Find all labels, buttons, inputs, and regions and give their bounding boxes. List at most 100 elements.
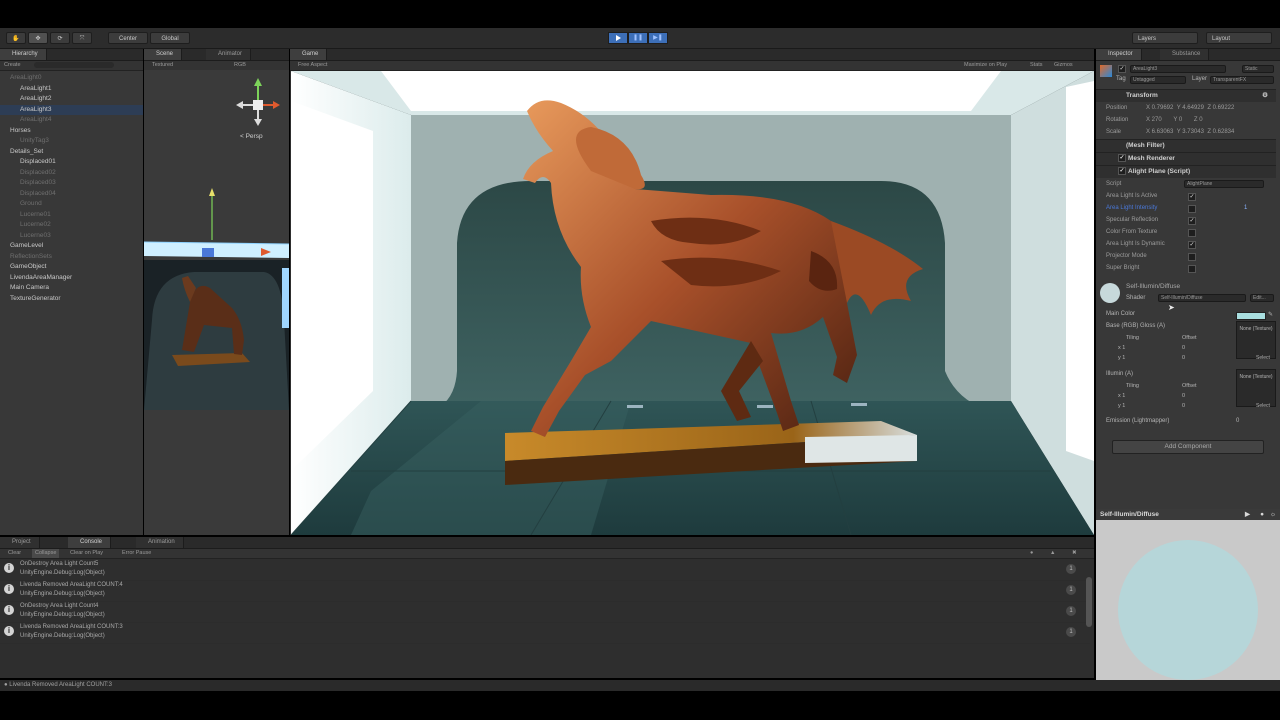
hierarchy-item[interactable]: Details_Set [0,147,143,158]
hierarchy-item[interactable]: ReflectionSets [0,252,143,263]
script-property-checkbox[interactable]: ✓ [1188,193,1196,201]
gizmos-dropdown[interactable]: Gizmos [1054,61,1073,70]
rotation-y[interactable]: 0 [1179,117,1182,123]
script-property-checkbox[interactable] [1188,229,1196,237]
maximize-on-play-toggle[interactable]: Maximize on Play [964,61,1007,70]
hierarchy-item[interactable]: Lucerne03 [0,231,143,242]
illumin-texture-select[interactable]: Select [1256,403,1270,409]
gear-icon[interactable]: ⚙ [1262,90,1268,102]
preview-play-icon[interactable]: ▶ [1245,509,1250,520]
game-view[interactable] [291,71,1094,535]
preview-light-icon[interactable]: ☼ [1270,509,1276,520]
hierarchy-item[interactable]: AreaLight3 [0,104,143,115]
intensity-value[interactable]: 1 [1244,202,1247,214]
space-toggle[interactable]: Global [150,32,190,44]
hierarchy-item[interactable]: Main Camera [0,283,143,294]
script-property-checkbox[interactable]: ✓ [1188,241,1196,249]
position-values[interactable]: X 0.79692 Y 4.64929 Z 0.69222 [1146,102,1234,114]
error-pause-toggle[interactable]: Error Pause [122,549,151,558]
console-scrollbar[interactable] [1086,577,1092,627]
hierarchy-item[interactable]: AreaLight2 [0,94,143,105]
layer-dropdown[interactable]: TransparentFX [1210,76,1274,84]
pause-button[interactable]: ❚❚ [628,32,648,44]
object-active-toggle[interactable]: ✓ [1118,65,1128,73]
script-property-checkbox[interactable]: ✓ [1188,217,1196,225]
object-name-field[interactable]: AreaLight3 [1130,65,1226,73]
emission-value[interactable]: 0 [1236,418,1239,424]
move-tool-button[interactable]: ✥ [28,32,48,44]
preview-sphere-icon[interactable]: ● [1260,509,1264,520]
tab-hierarchy[interactable]: Hierarchy [0,49,47,60]
preview-view[interactable] [1096,520,1280,691]
position-z[interactable]: 0.69222 [1213,105,1235,111]
mesh-filter-header[interactable]: (Mesh Filter) [1096,139,1276,152]
script-field[interactable]: AlightPlane [1184,180,1264,188]
base-offset-y[interactable]: 0 [1182,355,1185,361]
layers-dropdown[interactable]: Layers [1132,32,1198,44]
clear-on-play-toggle[interactable]: Clear on Play [70,549,103,558]
tab-animation[interactable]: Animation [136,537,184,548]
position-x[interactable]: 0.79692 [1152,105,1174,111]
illumin-texture-slot[interactable]: None (Texture) [1236,369,1276,407]
hierarchy-search[interactable] [34,61,115,68]
mesh-renderer-header[interactable]: ✓ Mesh Renderer [1096,152,1276,165]
scale-y[interactable]: 3.73043 [1182,129,1204,135]
hierarchy-item[interactable]: Ground [0,199,143,210]
collapse-toggle[interactable]: Collapse [32,549,60,558]
scale-x[interactable]: 6.63063 [1152,129,1174,135]
console-log-entry[interactable]: i OnDestroy Area Light Count4 UnityEngine.… [0,601,1090,623]
main-color-swatch[interactable] [1236,312,1266,320]
hierarchy-item[interactable]: LivendaAreaManager [0,273,143,284]
add-component-button[interactable]: Add Component [1112,440,1264,454]
hierarchy-item[interactable]: UnityTag3 [0,136,143,147]
base-offset-x[interactable]: 0 [1182,345,1185,351]
transform-header[interactable]: Transform ⚙ [1096,89,1276,102]
tab-inspector[interactable]: Inspector [1096,49,1142,60]
shader-dropdown[interactable]: Self-Illumin/Diffuse [1158,294,1246,302]
hierarchy-item[interactable]: Horses [0,126,143,137]
position-y[interactable]: 4.64929 [1182,105,1204,111]
illumin-tile-y[interactable]: 1 [1122,403,1125,409]
scene-view[interactable]: < Persp [144,70,289,535]
play-button[interactable] [608,32,628,44]
base-texture-select[interactable]: Select [1256,355,1270,361]
hierarchy-item[interactable]: Displaced01 [0,157,143,168]
script-property-checkbox[interactable] [1188,253,1196,261]
base-tile-y[interactable]: 1 [1122,355,1125,361]
info-filter-icon[interactable]: ● [1030,549,1033,558]
script-property-checkbox[interactable] [1188,265,1196,273]
tab-game[interactable]: Game [290,49,328,60]
illumin-offset-y[interactable]: 0 [1182,403,1185,409]
base-tile-x[interactable]: 1 [1122,345,1125,351]
aspect-dropdown[interactable]: Free Aspect [298,61,327,70]
illumin-offset-x[interactable]: 0 [1182,393,1185,399]
error-filter-icon[interactable]: ✖ [1072,549,1077,558]
script-header[interactable]: ✓ Alight Plane (Script) [1096,165,1276,178]
script-property-checkbox[interactable] [1188,205,1196,213]
hierarchy-item[interactable]: Lucerne01 [0,210,143,221]
hierarchy-item[interactable]: Displaced04 [0,189,143,200]
hierarchy-item[interactable]: Displaced03 [0,178,143,189]
tab-animator[interactable]: Animator [206,49,252,60]
console-log-entry[interactable]: i OnDestroy Area Light Count5 UnityEngine.… [0,559,1090,581]
illumin-tile-x[interactable]: 1 [1122,393,1125,399]
stats-toggle[interactable]: Stats [1030,61,1043,70]
create-dropdown[interactable]: Create [4,62,21,68]
tab-scene[interactable]: Scene [144,49,183,60]
scale-values[interactable]: X 6.63063 Y 3.73043 Z 0.62834 [1146,126,1234,138]
tab-project[interactable]: Project [0,537,40,548]
hierarchy-item[interactable]: AreaLight4 [0,115,143,126]
tab-substance[interactable]: Substance [1160,49,1210,60]
scale-z[interactable]: 0.62834 [1213,129,1235,135]
persp-label[interactable]: < Persp [240,133,263,140]
area-light-plane[interactable] [144,242,289,258]
hierarchy-item[interactable]: AreaLight1 [0,84,143,95]
shader-edit-button[interactable]: Edit... [1250,294,1274,302]
static-toggle[interactable]: Static [1242,65,1274,73]
hierarchy-item[interactable]: Lucerne02 [0,220,143,231]
hierarchy-item[interactable]: TextureGenerator [0,294,143,305]
rotation-z[interactable]: 0 [1199,117,1202,123]
tag-dropdown[interactable]: Untagged [1130,76,1186,84]
hierarchy-item[interactable]: Displaced02 [0,168,143,179]
rotation-values[interactable]: X 270 Y 0 Z 0 [1146,114,1203,126]
